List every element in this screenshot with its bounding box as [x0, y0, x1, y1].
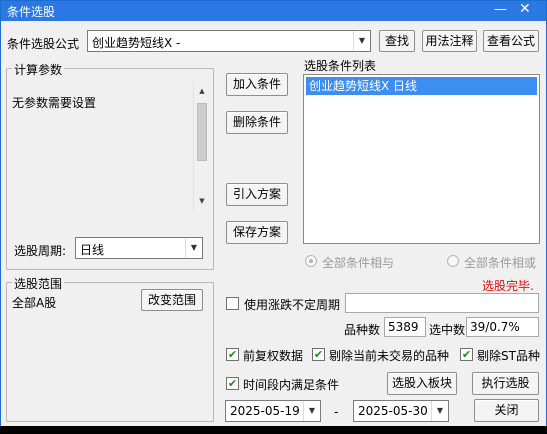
condition-list[interactable]: 创业趋势短线X 日线 — [303, 74, 540, 244]
selected-label: 选中数 — [429, 323, 466, 337]
start-date-picker[interactable]: 2025-05-19 ▼ — [225, 400, 321, 422]
run-filter-button[interactable]: 执行选股 — [472, 372, 539, 395]
usage-notes-button[interactable]: 用法注释 — [422, 30, 477, 52]
params-text: 无参数需要设置 — [12, 96, 97, 110]
count-value: 5389 — [388, 320, 419, 334]
save-plan-button[interactable]: 保存方案 — [226, 221, 288, 244]
minimize-icon[interactable]: — — [494, 2, 507, 17]
scroll-down-icon[interactable]: ▼ — [194, 193, 210, 209]
title-bar: 条件选股 — ✕ — [1, 1, 546, 21]
period-label: 选股周期: — [14, 244, 67, 258]
chevron-down-icon[interactable]: ▼ — [303, 401, 320, 421]
exclude-untraded-label: 剔除当前未交易的品种 — [329, 349, 450, 363]
logic-or-label: 全部条件相或 — [464, 256, 537, 270]
period-select[interactable]: 日线 ▼ — [75, 237, 203, 259]
count-label: 品种数 — [344, 323, 381, 337]
indefinite-period-checkbox[interactable] — [226, 297, 239, 310]
exclude-st-label: 剔除ST品种 — [477, 349, 540, 363]
selected-value: 39/0.7% — [470, 320, 520, 334]
background-strip — [0, 426, 547, 434]
change-scope-button[interactable]: 改变范围 — [141, 289, 203, 311]
indefinite-period-label: 使用涨跌不定周期 — [244, 298, 341, 312]
scope-value: 全部A股 — [12, 296, 57, 310]
formula-select[interactable]: 创业趋势短线X - ▼ — [87, 30, 371, 52]
date-separator: - — [334, 405, 339, 419]
period-satisfy-label: 时间段内满足条件 — [243, 378, 340, 392]
stock-filter-window: 条件选股 — ✕ 条件选股公式 创业趋势短线X - ▼ 查找 用法注释 查看公式… — [0, 0, 547, 434]
chevron-down-icon[interactable]: ▼ — [431, 401, 448, 421]
find-button[interactable]: 查找 — [379, 30, 415, 52]
indefinite-period-input[interactable] — [345, 293, 539, 313]
add-condition-button[interactable]: 加入条件 — [226, 73, 288, 96]
delete-condition-button[interactable]: 删除条件 — [226, 111, 288, 134]
close-button[interactable]: 关闭 — [474, 399, 539, 422]
logic-and-label: 全部条件相与 — [322, 256, 395, 270]
selected-field: 39/0.7% — [466, 317, 539, 337]
to-block-button[interactable]: 选股入板块 — [387, 372, 457, 395]
params-group-label: 计算参数 — [12, 61, 65, 78]
forward-adjust-checkbox[interactable]: ✔ — [226, 348, 239, 361]
condition-list-label: 选股条件列表 — [304, 59, 377, 73]
view-formula-button[interactable]: 查看公式 — [483, 30, 539, 52]
chevron-down-icon[interactable]: ▼ — [185, 238, 202, 258]
status-text: 选股完毕. — [482, 279, 534, 293]
start-date-value: 2025-05-19 — [230, 404, 300, 418]
window-title: 条件选股 — [7, 5, 56, 19]
period-select-value: 日线 — [80, 243, 105, 257]
count-field: 5389 — [384, 317, 426, 337]
formula-select-value: 创业趋势短线X - — [92, 36, 181, 50]
close-icon[interactable]: ✕ — [519, 1, 531, 17]
formula-label: 条件选股公式 — [7, 37, 80, 51]
end-date-value: 2025-05-30 — [358, 404, 428, 418]
scroll-up-icon[interactable]: ▲ — [194, 83, 210, 99]
logic-and-radio[interactable] — [305, 255, 317, 267]
list-item[interactable]: 创业趋势短线X 日线 — [306, 77, 537, 95]
scroll-thumb[interactable] — [197, 103, 207, 161]
end-date-picker[interactable]: 2025-05-30 ▼ — [353, 400, 449, 422]
scope-group-label: 选股范围 — [12, 275, 65, 292]
period-satisfy-checkbox[interactable]: ✔ — [226, 377, 239, 390]
exclude-untraded-checkbox[interactable]: ✔ — [312, 348, 325, 361]
exclude-st-checkbox[interactable]: ✔ — [460, 348, 473, 361]
forward-adjust-label: 前复权数据 — [243, 349, 304, 363]
logic-or-radio[interactable] — [447, 255, 459, 267]
params-scrollbar[interactable]: ▲ ▼ — [193, 81, 210, 211]
import-plan-button[interactable]: 引入方案 — [226, 183, 288, 206]
chevron-down-icon[interactable]: ▼ — [353, 31, 370, 51]
